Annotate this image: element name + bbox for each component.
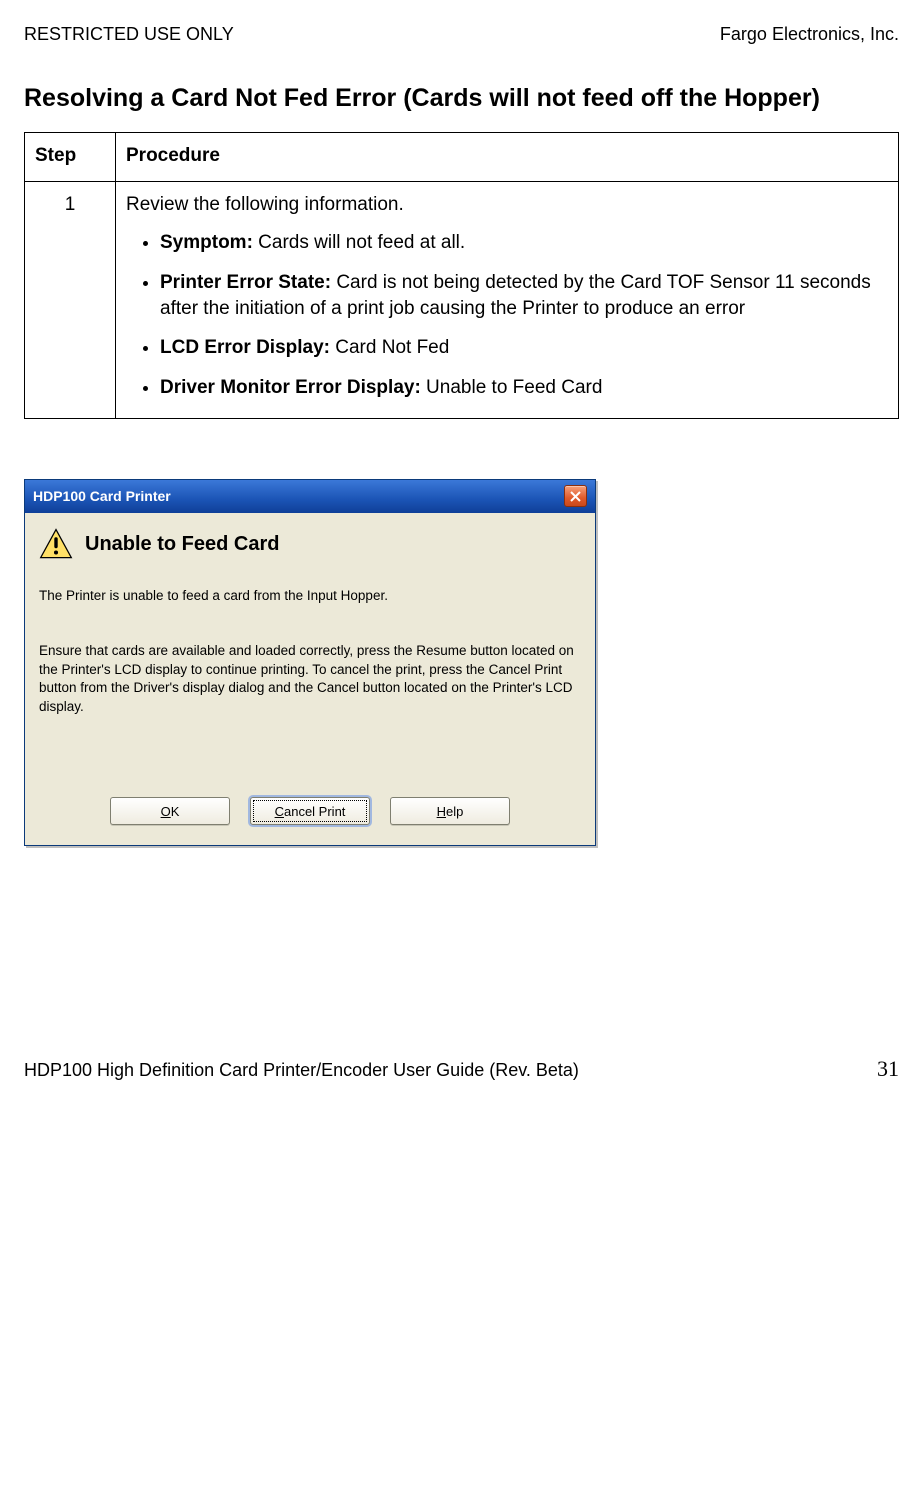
warning-icon (39, 527, 73, 561)
close-icon (570, 491, 581, 502)
ok-button[interactable]: OK (110, 797, 230, 825)
error-dialog: HDP100 Card Printer Unable to Feed Card … (24, 479, 596, 846)
cancel-rest: ancel Print (284, 804, 345, 819)
page-header: RESTRICTED USE ONLY Fargo Electronics, I… (24, 24, 899, 45)
footer-left: HDP100 High Definition Card Printer/Enco… (24, 1060, 579, 1081)
col-procedure-header: Procedure (116, 133, 899, 182)
list-item: LCD Error Display: Card Not Fed (160, 335, 888, 361)
cancel-mnemonic: C (275, 804, 284, 819)
dialog-button-row: OK Cancel Print Help (39, 797, 581, 831)
error-message-1: The Printer is unable to feed a card fro… (39, 587, 581, 605)
list-item: Symptom: Cards will not feed at all. (160, 230, 888, 256)
lcd-text: Card Not Fed (330, 337, 449, 358)
procedure-table: Step Procedure 1 Review the following in… (24, 132, 899, 419)
help-mnemonic: H (437, 804, 446, 819)
error-header-row: Unable to Feed Card (39, 527, 581, 561)
state-label: Printer Error State: (160, 272, 331, 293)
page-number: 31 (877, 1056, 899, 1082)
header-right: Fargo Electronics, Inc. (720, 24, 899, 45)
list-item: Driver Monitor Error Display: Unable to … (160, 375, 888, 401)
col-step-header: Step (25, 133, 116, 182)
dialog-body: Unable to Feed Card The Printer is unabl… (25, 513, 595, 845)
symptom-text: Cards will not feed at all. (253, 232, 465, 253)
dialog-titlebar[interactable]: HDP100 Card Printer (25, 480, 595, 513)
step-number: 1 (25, 182, 116, 419)
dialog-title-text: HDP100 Card Printer (33, 488, 171, 504)
error-message-2: Ensure that cards are available and load… (39, 642, 581, 718)
driver-text: Unable to Feed Card (421, 377, 603, 398)
table-row: 1 Review the following information. Symp… (25, 182, 899, 419)
section-title: Resolving a Card Not Fed Error (Cards wi… (24, 83, 899, 114)
procedure-list: Symptom: Cards will not feed at all. Pri… (126, 230, 888, 400)
procedure-intro: Review the following information. (126, 194, 888, 216)
help-rest: elp (446, 804, 463, 819)
list-item: Printer Error State: Card is not being d… (160, 270, 888, 321)
lcd-label: LCD Error Display: (160, 337, 330, 358)
symptom-label: Symptom: (160, 232, 253, 253)
close-button[interactable] (564, 485, 587, 507)
ok-rest: K (171, 804, 180, 819)
help-button[interactable]: Help (390, 797, 510, 825)
header-left: RESTRICTED USE ONLY (24, 24, 234, 45)
driver-label: Driver Monitor Error Display: (160, 377, 421, 398)
error-heading: Unable to Feed Card (85, 533, 279, 556)
page-footer: HDP100 High Definition Card Printer/Enco… (24, 1056, 899, 1082)
ok-mnemonic: O (161, 804, 171, 819)
procedure-cell: Review the following information. Sympto… (116, 182, 899, 419)
cancel-print-button[interactable]: Cancel Print (250, 797, 370, 825)
